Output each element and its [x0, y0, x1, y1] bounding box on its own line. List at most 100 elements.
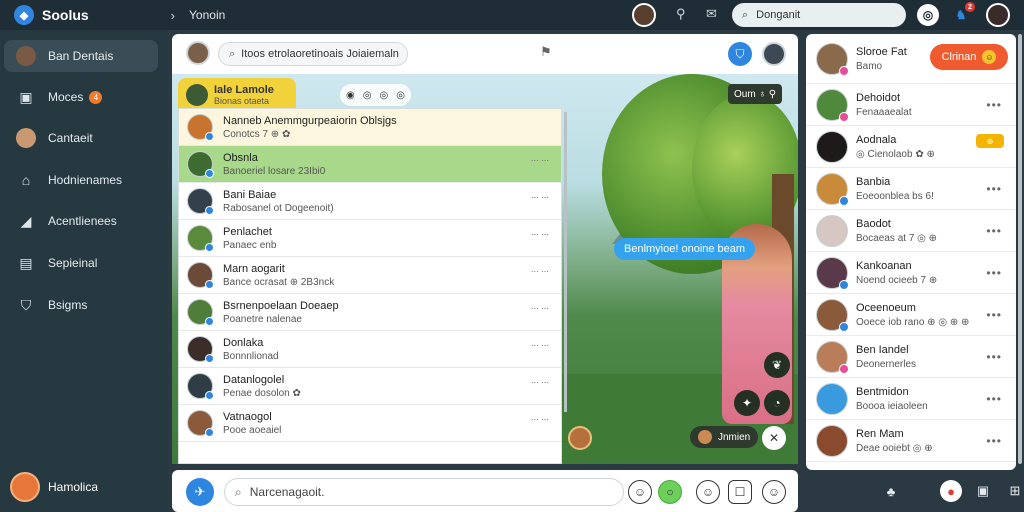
- sidebar-item-cantaeit[interactable]: Cantaeit: [4, 122, 158, 154]
- chat-icon[interactable]: ✉: [706, 6, 717, 22]
- sidebar-item-sepieinal[interactable]: ▤ Sepieinal: [4, 247, 158, 279]
- scene-controls[interactable]: Oum ♁ ⚲: [728, 84, 783, 104]
- shield-button[interactable]: ⛉: [728, 42, 752, 66]
- more-icon[interactable]: •••: [986, 392, 1002, 406]
- contact-status: Ooece iob rano ⊕ ◎ ⊕ ⊕: [856, 316, 970, 328]
- shield-icon: ⛉: [20, 296, 32, 313]
- more-icon[interactable]: •••: [986, 224, 1002, 238]
- close-icon[interactable]: ✕: [762, 426, 786, 450]
- chat-list-scrollbar[interactable]: [564, 112, 567, 412]
- more-icon[interactable]: •••: [986, 350, 1002, 364]
- chat-row[interactable]: Donlaka Bonnnlionad ⋯ ⋯: [179, 331, 561, 368]
- chat-row[interactable]: Obsnla Banoeriel losare 23Ibi0 ⋯ ⋯: [179, 146, 561, 183]
- contact-name: Aodnala: [856, 133, 897, 146]
- status-dot: [205, 428, 214, 437]
- chat-preview: Penae dosolon ✿: [223, 387, 301, 399]
- spark-icon[interactable]: ✦: [734, 390, 760, 416]
- contact-avatar: [816, 298, 849, 332]
- grid-icon[interactable]: ⊞: [1004, 480, 1024, 502]
- chat-row[interactable]: Datanlogolel Penae dosolon ✿ ⋯ ⋯: [179, 368, 561, 405]
- sidebar-item-hodnienames[interactable]: ⌂ Hodnienames: [4, 164, 158, 196]
- contact-row[interactable]: Dehoidot Fenaaaealat •••: [806, 84, 1016, 126]
- chat-name: Marn aogarit: [223, 262, 285, 275]
- messenger-icon[interactable]: ✈: [186, 478, 214, 506]
- settings-icon[interactable]: ◎: [379, 90, 388, 101]
- top-avatar[interactable]: [632, 3, 656, 27]
- chat-row[interactable]: Bsrnenpoelaan Doeaep Poanetre nalenae ⋯ ⋯: [179, 294, 561, 331]
- chat-bubble-icon[interactable]: ○: [658, 480, 682, 504]
- chat-row[interactable]: Bani Baiae Rabosanel ot Dogeenoit) ⋯ ⋯: [179, 183, 561, 220]
- breadcrumb[interactable]: Yonoin: [189, 8, 225, 22]
- bell-button[interactable]: ♞ 2: [950, 2, 975, 26]
- timer-icon[interactable]: ◎: [363, 90, 372, 101]
- emoji-icon[interactable]: ☺: [696, 480, 720, 504]
- contact-avatar[interactable]: [762, 42, 786, 66]
- scene-user-pill[interactable]: Jnmien: [690, 426, 759, 448]
- more-icon[interactable]: •••: [986, 182, 1002, 196]
- chat-tab-active[interactable]: Iale Lamole Bionas otaeta: [178, 78, 296, 112]
- more-icon[interactable]: •••: [986, 308, 1002, 322]
- leaf-icon[interactable]: ❦: [764, 352, 790, 378]
- chevron-right-icon[interactable]: ›: [171, 8, 175, 23]
- sticker-icon[interactable]: ☺: [628, 480, 652, 504]
- contact-row[interactable]: Aodnala ◎ Cienolaob ✿ ⊕ ⊕: [806, 126, 1016, 168]
- voice-icon[interactable]: ◔: [764, 390, 790, 416]
- gallery-icon[interactable]: ☐: [728, 480, 752, 504]
- contact-row[interactable]: Kankoanan Noend ocieeb 7 ⊕ •••: [806, 252, 1016, 294]
- contact-row[interactable]: Baodot Bocaeas at 7 ◎ ⊕ •••: [806, 210, 1016, 252]
- reaction-icon[interactable]: ☺: [762, 480, 786, 504]
- chat-row[interactable]: Vatnaogol Pooe aoeaiel ⋯ ⋯: [179, 405, 561, 442]
- group-icon[interactable]: ♣: [880, 480, 902, 502]
- timer-icon[interactable]: ◎: [917, 4, 939, 26]
- home-icon: ⌂: [21, 172, 31, 188]
- sidebar-item-moces[interactable]: ▣ Moces 4: [4, 81, 158, 113]
- contacts-scrollbar[interactable]: [1018, 34, 1022, 464]
- more-icon[interactable]: •••: [986, 98, 1002, 112]
- scene-toolbar[interactable]: ◉ ◎ ◎ ◎: [340, 84, 411, 106]
- flag-icon[interactable]: ⚑: [540, 44, 552, 60]
- chat-preview: Bance ocrasat ⊕ 2B3nck: [223, 276, 335, 288]
- chat-preview: Banoeriel losare 23Ibi0: [223, 165, 326, 177]
- profile-avatar[interactable]: [986, 3, 1010, 27]
- sidebar-badge: 4: [89, 90, 103, 104]
- contact-row[interactable]: Ren Mam Deae ooiebt ◎ ⊕ •••: [806, 420, 1016, 462]
- chat-preview: Rabosanel ot Dogeenoit): [223, 202, 334, 214]
- contact-name: Oceenoeum: [856, 301, 916, 314]
- top-search-text: Donganit: [756, 9, 801, 21]
- camera-icon[interactable]: ◎: [396, 90, 405, 101]
- scene-avatar[interactable]: [568, 426, 592, 450]
- chat-name: Bani Baiae: [223, 188, 277, 201]
- chat-row[interactable]: Marn aogarit Bance ocrasat ⊕ 2B3nck ⋯ ⋯: [179, 257, 561, 294]
- header-avatar[interactable]: [186, 41, 210, 65]
- record-icon[interactable]: ◉: [346, 90, 355, 101]
- contact-row[interactable]: Ben Iandel Deonernerles •••: [806, 336, 1016, 378]
- contact-name: Banbia: [856, 175, 891, 188]
- record-icon[interactable]: ●: [940, 480, 962, 502]
- chat-name: Obsnla: [223, 151, 258, 164]
- sidebar-user[interactable]: Hamolica: [10, 472, 98, 502]
- contact-icon: [16, 128, 36, 148]
- top-search-input[interactable]: ⌕ Donganit: [732, 3, 906, 27]
- screen-icon[interactable]: ▣: [972, 480, 994, 502]
- conversation-search-input[interactable]: ⌕ Itoos etrolaoretinoais Joiaiemaln: [218, 42, 408, 66]
- sidebar-item-dentais[interactable]: Ban Dentais: [4, 40, 158, 72]
- chat-row[interactable]: Nanneb Anemmgurpeaiorin Oblsjgs Conotcs 7…: [179, 109, 561, 146]
- contact-row[interactable]: Oceenoeum Ooece iob rano ⊕ ◎ ⊕ ⊕ •••: [806, 294, 1016, 336]
- contact-row[interactable]: Bentmidon Boooa ieiaoleen •••: [806, 378, 1016, 420]
- more-icon[interactable]: •••: [986, 434, 1002, 448]
- sidebar-item-acentlienees[interactable]: ◢ Acentlienees: [4, 205, 158, 237]
- chat-row[interactable]: Penlachet Panaec enb ⋯ ⋯: [179, 220, 561, 257]
- more-icon[interactable]: •••: [986, 266, 1002, 280]
- user-name: Hamolica: [48, 480, 99, 494]
- chat-time: ⋯ ⋯: [530, 267, 549, 276]
- pin-icon[interactable]: ⚲: [676, 6, 686, 22]
- chat-avatar: [187, 151, 214, 178]
- chat-avatar: [187, 373, 214, 400]
- contact-row[interactable]: Banbia Eoeoonblea bs 6! •••: [806, 168, 1016, 210]
- contact-row-top[interactable]: Sloroe Fat Bamo Clrinan ☺: [806, 34, 1016, 84]
- message-input[interactable]: ⌕ Narcenagaoit.: [224, 478, 624, 506]
- join-button[interactable]: Clrinan ☺: [930, 44, 1008, 70]
- app-logo-icon[interactable]: ◆: [14, 5, 34, 25]
- contact-avatar: [816, 42, 849, 76]
- sidebar-item-bsigms[interactable]: ⛉ Bsigms: [4, 289, 158, 321]
